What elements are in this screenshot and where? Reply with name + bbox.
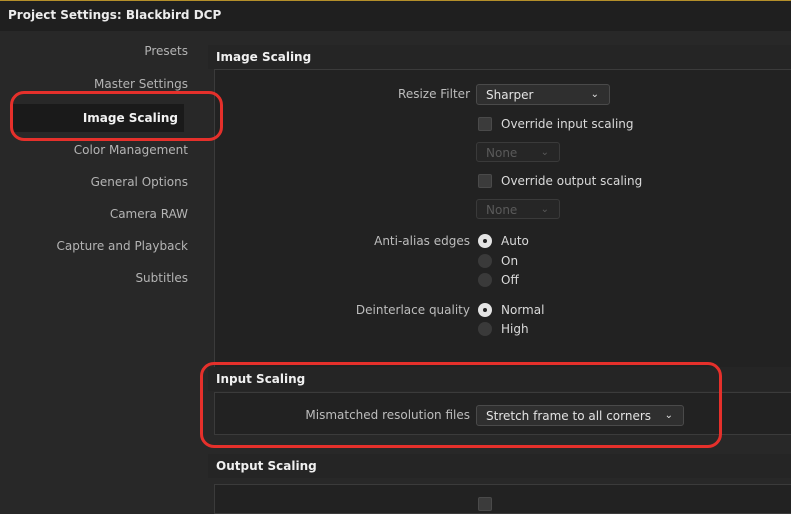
anti-alias-auto-label: Auto <box>501 234 529 248</box>
title-bar: Project Settings: Blackbird DCP <box>0 0 791 31</box>
image-scaling-panel: Resize Filter Sharper ⌄ Override input s… <box>214 69 791 377</box>
output-scaling-value: None <box>486 203 518 217</box>
sidebar-item-image-scaling[interactable]: Image Scaling <box>13 104 184 132</box>
override-output-scaling-label: Override output scaling <box>501 174 643 188</box>
window-title: Project Settings: Blackbird DCP <box>8 8 222 22</box>
input-scaling-select[interactable]: None ⌄ <box>476 142 560 162</box>
anti-alias-label: Anti-alias edges <box>374 234 470 248</box>
resize-filter-select[interactable]: Sharper ⌄ <box>476 84 610 105</box>
sidebar-item-general-options[interactable]: General Options <box>91 175 188 189</box>
input-scaling-panel: Mismatched resolution files Stretch fram… <box>214 392 791 435</box>
settings-sidebar: Presets Master Settings Image Scaling Co… <box>0 31 200 504</box>
deinterlace-high-radio[interactable] <box>478 322 492 336</box>
output-scaling-option-checkbox[interactable] <box>478 497 492 511</box>
chevron-down-icon: ⌄ <box>590 89 599 100</box>
sidebar-item-capture-and-playback[interactable]: Capture and Playback <box>57 239 188 253</box>
resize-filter-label: Resize Filter <box>398 87 470 101</box>
input-scaling-value: None <box>486 146 518 160</box>
anti-alias-off-label: Off <box>501 273 519 287</box>
override-input-scaling-checkbox[interactable] <box>478 117 492 131</box>
mismatched-resolution-value: Stretch frame to all corners <box>486 409 652 423</box>
section-header-image-scaling: Image Scaling <box>208 45 791 69</box>
deinterlace-normal-radio[interactable] <box>478 303 492 317</box>
settings-content: Image Scaling Resize Filter Sharper ⌄ Ov… <box>200 31 791 514</box>
mismatched-resolution-select[interactable]: Stretch frame to all corners ⌄ <box>476 405 684 426</box>
deinterlace-high-label: High <box>501 322 529 336</box>
output-scaling-select[interactable]: None ⌄ <box>476 199 560 219</box>
output-scaling-panel <box>214 484 791 514</box>
deinterlace-quality-label: Deinterlace quality <box>355 303 470 317</box>
chevron-down-icon: ⌄ <box>540 147 549 158</box>
anti-alias-on-label: On <box>501 254 519 268</box>
resize-filter-value: Sharper <box>486 88 534 102</box>
sidebar-item-camera-raw[interactable]: Camera RAW <box>110 207 188 221</box>
section-header-input-scaling: Input Scaling <box>208 367 791 391</box>
section-header-output-scaling: Output Scaling <box>208 454 791 478</box>
anti-alias-on-radio[interactable] <box>478 254 492 268</box>
anti-alias-off-radio[interactable] <box>478 273 492 287</box>
sidebar-item-color-management[interactable]: Color Management <box>74 143 188 157</box>
override-input-scaling-label: Override input scaling <box>501 117 634 131</box>
sidebar-item-subtitles[interactable]: Subtitles <box>135 271 188 285</box>
override-output-scaling-checkbox[interactable] <box>478 174 492 188</box>
chevron-down-icon: ⌄ <box>664 410 673 421</box>
mismatched-resolution-label: Mismatched resolution files <box>305 408 470 422</box>
deinterlace-normal-label: Normal <box>501 303 545 317</box>
anti-alias-auto-radio[interactable] <box>478 234 492 248</box>
chevron-down-icon: ⌄ <box>540 204 549 215</box>
sidebar-item-master-settings[interactable]: Master Settings <box>94 77 188 91</box>
sidebar-item-presets[interactable]: Presets <box>144 44 188 58</box>
